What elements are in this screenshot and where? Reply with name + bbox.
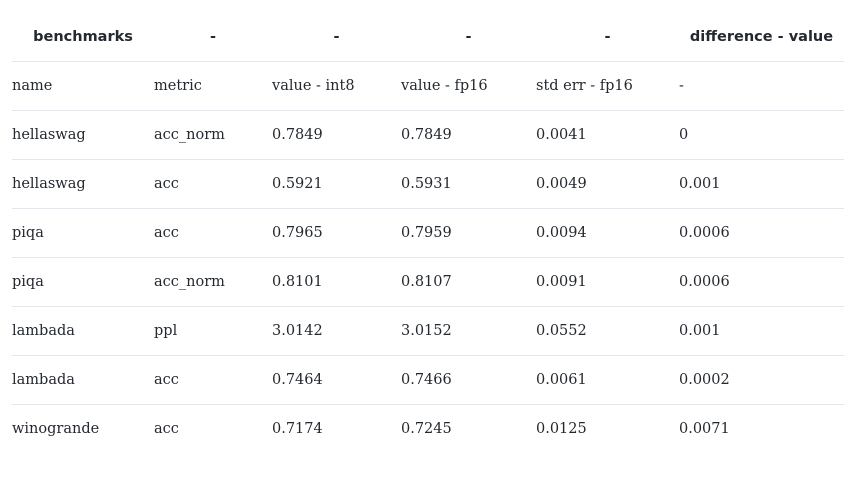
table-cell: 0.001 [679,159,844,209]
table-cell: acc [154,159,272,209]
table-cell: metric [154,61,272,111]
table-cell: value - fp16 [401,61,536,111]
table-row: piqa acc_norm 0.8101 0.8107 0.0091 0.0006 [12,257,844,307]
table-cell: 0.8107 [401,257,536,307]
table-row: lambada acc 0.7464 0.7466 0.0061 0.0002 [12,355,844,405]
table-cell: acc [154,421,179,437]
table-row: lambada ppl 3.0142 3.0152 0.0552 0.001 [12,306,844,356]
table-cell: piqa [12,257,154,307]
table-cell: - [679,61,844,111]
table-cell: 0.7466 [401,355,536,405]
table-cell: winogrande [12,421,100,437]
table-cell: std err - fp16 [536,61,679,111]
table-row: hellaswag acc_norm 0.7849 0.7849 0.0041 0 [12,110,844,160]
table-cell: 0.0125 [536,421,587,437]
table-cell: hellaswag [12,159,154,209]
table-cell: 0.5921 [272,159,401,209]
table-cell: 0.7174 [272,421,323,437]
table-cell: 0.0041 [536,110,679,160]
table-cell: 0.7849 [272,110,401,160]
table-container: benchmarks - - - - difference - value na… [0,0,867,453]
table-cell: 3.0142 [272,306,401,356]
table-cell: hellaswag [12,110,154,160]
table-cell: 0.0049 [536,159,679,209]
table-row: piqa acc 0.7965 0.7959 0.0094 0.0006 [12,208,844,258]
table-cell: 0.8101 [272,257,401,307]
header-cell: - [536,13,679,62]
benchmark-table: benchmarks - - - - difference - value na… [12,13,844,453]
table-cell: 0.0006 [679,257,844,307]
table-header-row: benchmarks - - - - difference - value [12,13,844,62]
table-cell: lambada [12,355,154,405]
header-cell: - [272,13,401,62]
table-cell: 0.0061 [536,355,679,405]
table-cell: 0.001 [679,306,844,356]
table-row: name metric value - int8 value - fp16 std er… [12,61,844,111]
table-cell: 0 [679,110,844,160]
table-cell: 0.7959 [401,208,536,258]
table-cell: 0.0091 [536,257,679,307]
table-body: name metric value - int8 value - fp16 std er… [12,61,844,454]
table-cell: 0.7464 [272,355,401,405]
table-row: hellaswag acc 0.5921 0.5931 0.0049 0.001 [12,159,844,209]
table-cell: 0.7245 [401,421,452,437]
table-cell: ppl [154,306,272,356]
table-cell: acc_norm [154,110,272,160]
header-cell: difference - value [679,13,844,62]
table-cell: value - int8 [272,61,401,111]
table-cell: name [12,61,154,111]
table-cell: acc_norm [154,257,272,307]
table-cell: 0.5931 [401,159,536,209]
table-cell: 0.0094 [536,208,679,258]
table-cell: acc [154,208,272,258]
table-cell: lambada [12,306,154,356]
table-cell: 3.0152 [401,306,536,356]
header-cell: - [401,13,536,62]
table-cell: 0.0552 [536,306,679,356]
table-cell: 0.7965 [272,208,401,258]
table-cell: acc [154,355,272,405]
table-cell: 0.0002 [679,355,844,405]
header-cell: benchmarks [12,13,154,62]
header-cell: - [154,13,272,62]
table-cell: 0.7849 [401,110,536,160]
table-row: winogrande acc 0.7174 0.7245 0.0125 0.0071 [12,405,844,454]
table-cell: piqa [12,208,154,258]
table-cell: 0.0006 [679,208,844,258]
table-cell: 0.0071 [679,421,730,437]
